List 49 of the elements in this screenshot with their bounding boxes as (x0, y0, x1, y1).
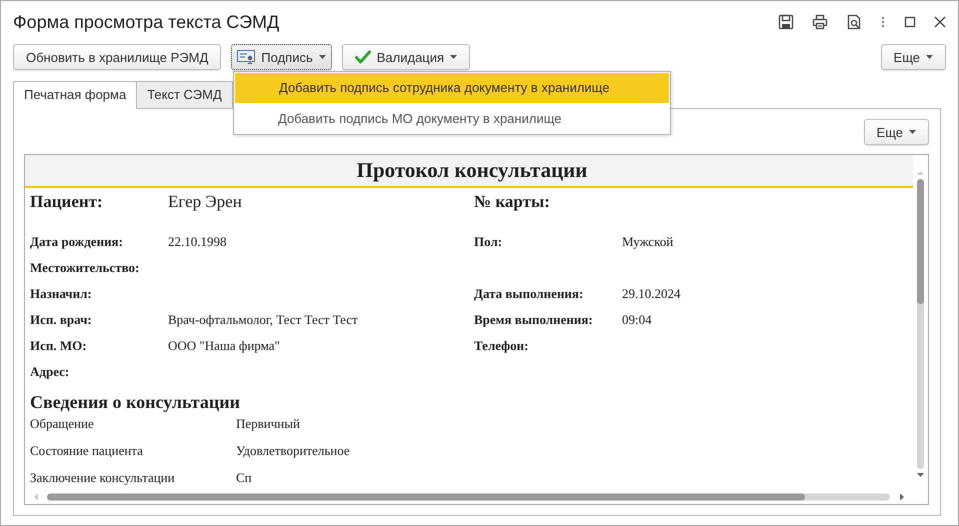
save-icon[interactable] (778, 14, 794, 30)
more-button[interactable]: Еще (880, 44, 946, 70)
dropdown-button[interactable]: Валидация (342, 44, 470, 70)
caret-icon (909, 130, 916, 134)
field-value: 22.10.1998 (168, 233, 228, 251)
update-button[interactable]: Обновить в хранилище РЭМД (13, 44, 222, 70)
field-label: Исп. МО: (30, 337, 88, 355)
dropdown-button[interactable]: Подпись (231, 44, 332, 70)
field-value: 09:04 (622, 311, 653, 329)
close-icon[interactable] (934, 16, 946, 28)
maximize-icon[interactable] (904, 16, 916, 28)
field-label: Исп. врач: (30, 311, 93, 329)
window-title: Форма просмотра текста СЭМД (13, 12, 280, 32)
field-label: Местожительство: (30, 259, 140, 277)
caret-icon (926, 55, 933, 59)
menu-item[interactable]: Добавить подпись МО документу в хранилище (234, 104, 670, 134)
more-button[interactable]: Еще (864, 119, 929, 145)
field-label: № карты: (474, 191, 551, 213)
more-icon[interactable] (880, 14, 886, 30)
field-label: Состояние пациента (30, 442, 144, 460)
field-value: Мужской (622, 233, 674, 251)
menu-item[interactable]: Добавить подпись сотрудника документу в хранилище (235, 73, 669, 103)
section-heading: Сведения о консультации (29, 391, 241, 414)
print-icon[interactable] (812, 14, 828, 30)
caret-icon (450, 55, 458, 59)
field-value: ООО "Наша фирма" (168, 337, 281, 355)
field-label: Пациент: (30, 191, 104, 213)
field-value: Первичный (236, 415, 301, 433)
check-icon (354, 50, 371, 64)
tab[interactable]: Текст СЭМД (136, 81, 233, 108)
caret-icon (318, 55, 326, 59)
field-value: 29.10.2024 (622, 285, 682, 303)
field-value: Удовлетворительное (236, 442, 351, 460)
field-value: Врач-офтальмолог, Тест Тест Тест (168, 311, 359, 329)
field-label: Адрес: (30, 363, 70, 381)
field-label: Заключение консультации (30, 469, 176, 487)
field-label: Телефон: (474, 337, 530, 355)
field-label: Назначил: (30, 285, 93, 303)
field-value: Егер Эрен (168, 191, 243, 213)
document-title: Протокол консультации (25, 155, 913, 188)
tab[interactable]: Печатная форма (13, 81, 138, 109)
field-value: Сп (236, 469, 253, 487)
preview-icon[interactable] (846, 14, 862, 30)
field-label: Пол: (474, 233, 504, 251)
field-label: Дата рождения: (30, 233, 124, 251)
certificate-icon (237, 50, 256, 64)
field-label: Обращение (30, 415, 95, 433)
field-label: Время выполнения: (474, 311, 594, 329)
field-label: Дата выполнения: (474, 285, 584, 303)
